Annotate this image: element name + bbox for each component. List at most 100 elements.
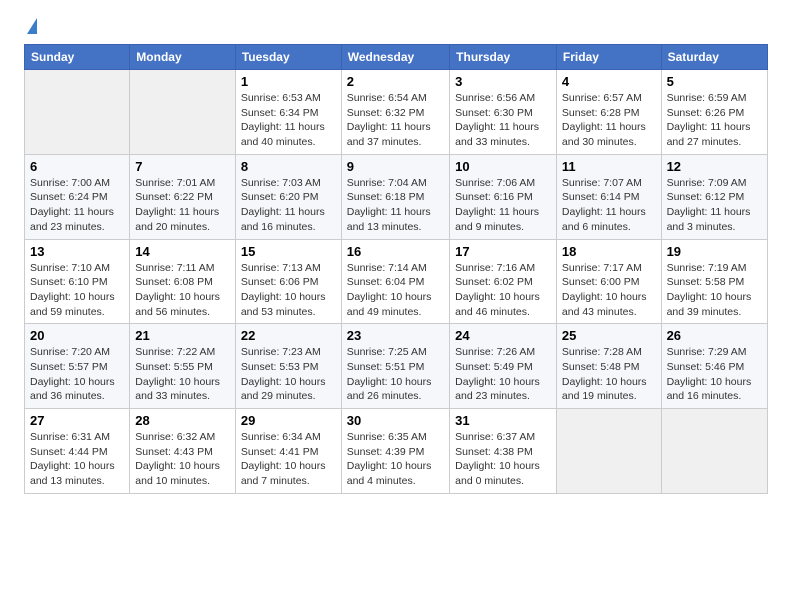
calendar-cell: 15 Sunrise: 7:13 AM Sunset: 6:06 PM Dayli…: [235, 239, 341, 324]
calendar-cell: 19Sunrise: 7:19 AM Sunset: 5:58 PM Dayli…: [661, 239, 767, 324]
day-of-week-header: Friday: [556, 45, 661, 70]
calendar-cell: 31Sunrise: 6:37 AM Sunset: 4:38 PM Dayli…: [450, 409, 557, 494]
calendar-cell: 16 Sunrise: 7:14 AM Sunset: 6:04 PM Dayli…: [341, 239, 449, 324]
days-of-week-row: SundayMondayTuesdayWednesdayThursdayFrid…: [25, 45, 768, 70]
day-number: 3: [455, 74, 551, 89]
calendar-cell: 22 Sunrise: 7:23 AM Sunset: 5:53 PM Dayli…: [235, 324, 341, 409]
day-info: Sunrise: 7:07 AM Sunset: 6:14 PM Dayligh…: [562, 176, 656, 235]
day-number: 14: [135, 244, 230, 259]
day-info: Sunrise: 7:04 AM Sunset: 6:18 PM Dayligh…: [347, 176, 444, 235]
calendar-cell: 12Sunrise: 7:09 AM Sunset: 6:12 PM Dayli…: [661, 154, 767, 239]
calendar-cell: 13 Sunrise: 7:10 AM Sunset: 6:10 PM Dayli…: [25, 239, 130, 324]
calendar-body: 1 Sunrise: 6:53 AM Sunset: 6:34 PM Daylig…: [25, 70, 768, 494]
day-number: 7: [135, 159, 230, 174]
day-number: 22: [241, 328, 336, 343]
day-info: Sunrise: 7:00 AM Sunset: 6:24 PM Dayligh…: [30, 176, 124, 235]
calendar-cell: 7 Sunrise: 7:01 AM Sunset: 6:22 PM Daylig…: [130, 154, 236, 239]
calendar-cell: 6 Sunrise: 7:00 AM Sunset: 6:24 PM Daylig…: [25, 154, 130, 239]
day-number: 1: [241, 74, 336, 89]
calendar-cell: 25Sunrise: 7:28 AM Sunset: 5:48 PM Dayli…: [556, 324, 661, 409]
calendar-week-row: 13 Sunrise: 7:10 AM Sunset: 6:10 PM Dayli…: [25, 239, 768, 324]
day-info: Sunrise: 7:14 AM Sunset: 6:04 PM Dayligh…: [347, 261, 444, 320]
day-number: 30: [347, 413, 444, 428]
calendar-cell: 27 Sunrise: 6:31 AM Sunset: 4:44 PM Dayli…: [25, 409, 130, 494]
calendar-cell: 20 Sunrise: 7:20 AM Sunset: 5:57 PM Dayli…: [25, 324, 130, 409]
day-number: 20: [30, 328, 124, 343]
calendar-cell: 23Sunrise: 7:25 AM Sunset: 5:51 PM Dayli…: [341, 324, 449, 409]
day-number: 19: [667, 244, 762, 259]
day-info: Sunrise: 7:29 AM Sunset: 5:46 PM Dayligh…: [667, 345, 762, 404]
calendar-week-row: 27 Sunrise: 6:31 AM Sunset: 4:44 PM Dayli…: [25, 409, 768, 494]
page-header: [0, 0, 792, 44]
day-number: 4: [562, 74, 656, 89]
calendar-cell: 30Sunrise: 6:35 AM Sunset: 4:39 PM Dayli…: [341, 409, 449, 494]
calendar-cell: 21Sunrise: 7:22 AM Sunset: 5:55 PM Dayli…: [130, 324, 236, 409]
day-number: 28: [135, 413, 230, 428]
calendar-cell: 9Sunrise: 7:04 AM Sunset: 6:18 PM Daylig…: [341, 154, 449, 239]
day-info: Sunrise: 7:26 AM Sunset: 5:49 PM Dayligh…: [455, 345, 551, 404]
day-number: 13: [30, 244, 124, 259]
day-number: 26: [667, 328, 762, 343]
calendar-week-row: 20 Sunrise: 7:20 AM Sunset: 5:57 PM Dayli…: [25, 324, 768, 409]
calendar-wrapper: SundayMondayTuesdayWednesdayThursdayFrid…: [0, 44, 792, 512]
day-info: Sunrise: 6:34 AM Sunset: 4:41 PM Dayligh…: [241, 430, 336, 489]
calendar-cell: 18Sunrise: 7:17 AM Sunset: 6:00 PM Dayli…: [556, 239, 661, 324]
day-number: 27: [30, 413, 124, 428]
day-info: Sunrise: 7:16 AM Sunset: 6:02 PM Dayligh…: [455, 261, 551, 320]
day-info: Sunrise: 7:01 AM Sunset: 6:22 PM Dayligh…: [135, 176, 230, 235]
day-info: Sunrise: 6:56 AM Sunset: 6:30 PM Dayligh…: [455, 91, 551, 150]
day-number: 29: [241, 413, 336, 428]
day-info: Sunrise: 7:20 AM Sunset: 5:57 PM Dayligh…: [30, 345, 124, 404]
day-of-week-header: Sunday: [25, 45, 130, 70]
day-number: 21: [135, 328, 230, 343]
calendar-week-row: 6 Sunrise: 7:00 AM Sunset: 6:24 PM Daylig…: [25, 154, 768, 239]
calendar-cell: 3 Sunrise: 6:56 AM Sunset: 6:30 PM Daylig…: [450, 70, 557, 155]
logo: [24, 18, 37, 34]
day-number: 16: [347, 244, 444, 259]
day-of-week-header: Wednesday: [341, 45, 449, 70]
calendar-cell: 1 Sunrise: 6:53 AM Sunset: 6:34 PM Daylig…: [235, 70, 341, 155]
day-info: Sunrise: 7:23 AM Sunset: 5:53 PM Dayligh…: [241, 345, 336, 404]
calendar-cell: 17 Sunrise: 7:16 AM Sunset: 6:02 PM Dayli…: [450, 239, 557, 324]
calendar-cell: [130, 70, 236, 155]
day-number: 15: [241, 244, 336, 259]
day-info: Sunrise: 6:32 AM Sunset: 4:43 PM Dayligh…: [135, 430, 230, 489]
day-number: 6: [30, 159, 124, 174]
logo-triangle-icon: [27, 18, 37, 34]
calendar-cell: 26 Sunrise: 7:29 AM Sunset: 5:46 PM Dayli…: [661, 324, 767, 409]
day-info: Sunrise: 6:57 AM Sunset: 6:28 PM Dayligh…: [562, 91, 656, 150]
calendar-week-row: 1 Sunrise: 6:53 AM Sunset: 6:34 PM Daylig…: [25, 70, 768, 155]
calendar-cell: 10 Sunrise: 7:06 AM Sunset: 6:16 PM Dayli…: [450, 154, 557, 239]
calendar-cell: [556, 409, 661, 494]
day-info: Sunrise: 7:25 AM Sunset: 5:51 PM Dayligh…: [347, 345, 444, 404]
day-info: Sunrise: 7:13 AM Sunset: 6:06 PM Dayligh…: [241, 261, 336, 320]
day-info: Sunrise: 6:54 AM Sunset: 6:32 PM Dayligh…: [347, 91, 444, 150]
day-number: 12: [667, 159, 762, 174]
calendar-cell: 5 Sunrise: 6:59 AM Sunset: 6:26 PM Daylig…: [661, 70, 767, 155]
calendar-cell: 29 Sunrise: 6:34 AM Sunset: 4:41 PM Dayli…: [235, 409, 341, 494]
day-number: 31: [455, 413, 551, 428]
calendar-cell: 11Sunrise: 7:07 AM Sunset: 6:14 PM Dayli…: [556, 154, 661, 239]
day-of-week-header: Monday: [130, 45, 236, 70]
calendar-cell: [25, 70, 130, 155]
day-number: 2: [347, 74, 444, 89]
day-number: 10: [455, 159, 551, 174]
calendar-cell: 28 Sunrise: 6:32 AM Sunset: 4:43 PM Dayli…: [130, 409, 236, 494]
calendar-cell: [661, 409, 767, 494]
day-info: Sunrise: 7:03 AM Sunset: 6:20 PM Dayligh…: [241, 176, 336, 235]
day-of-week-header: Tuesday: [235, 45, 341, 70]
day-info: Sunrise: 6:53 AM Sunset: 6:34 PM Dayligh…: [241, 91, 336, 150]
day-number: 18: [562, 244, 656, 259]
calendar-table: SundayMondayTuesdayWednesdayThursdayFrid…: [24, 44, 768, 494]
day-info: Sunrise: 7:06 AM Sunset: 6:16 PM Dayligh…: [455, 176, 551, 235]
day-number: 8: [241, 159, 336, 174]
day-number: 17: [455, 244, 551, 259]
day-info: Sunrise: 7:11 AM Sunset: 6:08 PM Dayligh…: [135, 261, 230, 320]
calendar-cell: 14 Sunrise: 7:11 AM Sunset: 6:08 PM Dayli…: [130, 239, 236, 324]
day-info: Sunrise: 7:10 AM Sunset: 6:10 PM Dayligh…: [30, 261, 124, 320]
calendar-cell: 4 Sunrise: 6:57 AM Sunset: 6:28 PM Daylig…: [556, 70, 661, 155]
day-info: Sunrise: 6:59 AM Sunset: 6:26 PM Dayligh…: [667, 91, 762, 150]
calendar-header: SundayMondayTuesdayWednesdayThursdayFrid…: [25, 45, 768, 70]
day-info: Sunrise: 6:31 AM Sunset: 4:44 PM Dayligh…: [30, 430, 124, 489]
day-number: 5: [667, 74, 762, 89]
